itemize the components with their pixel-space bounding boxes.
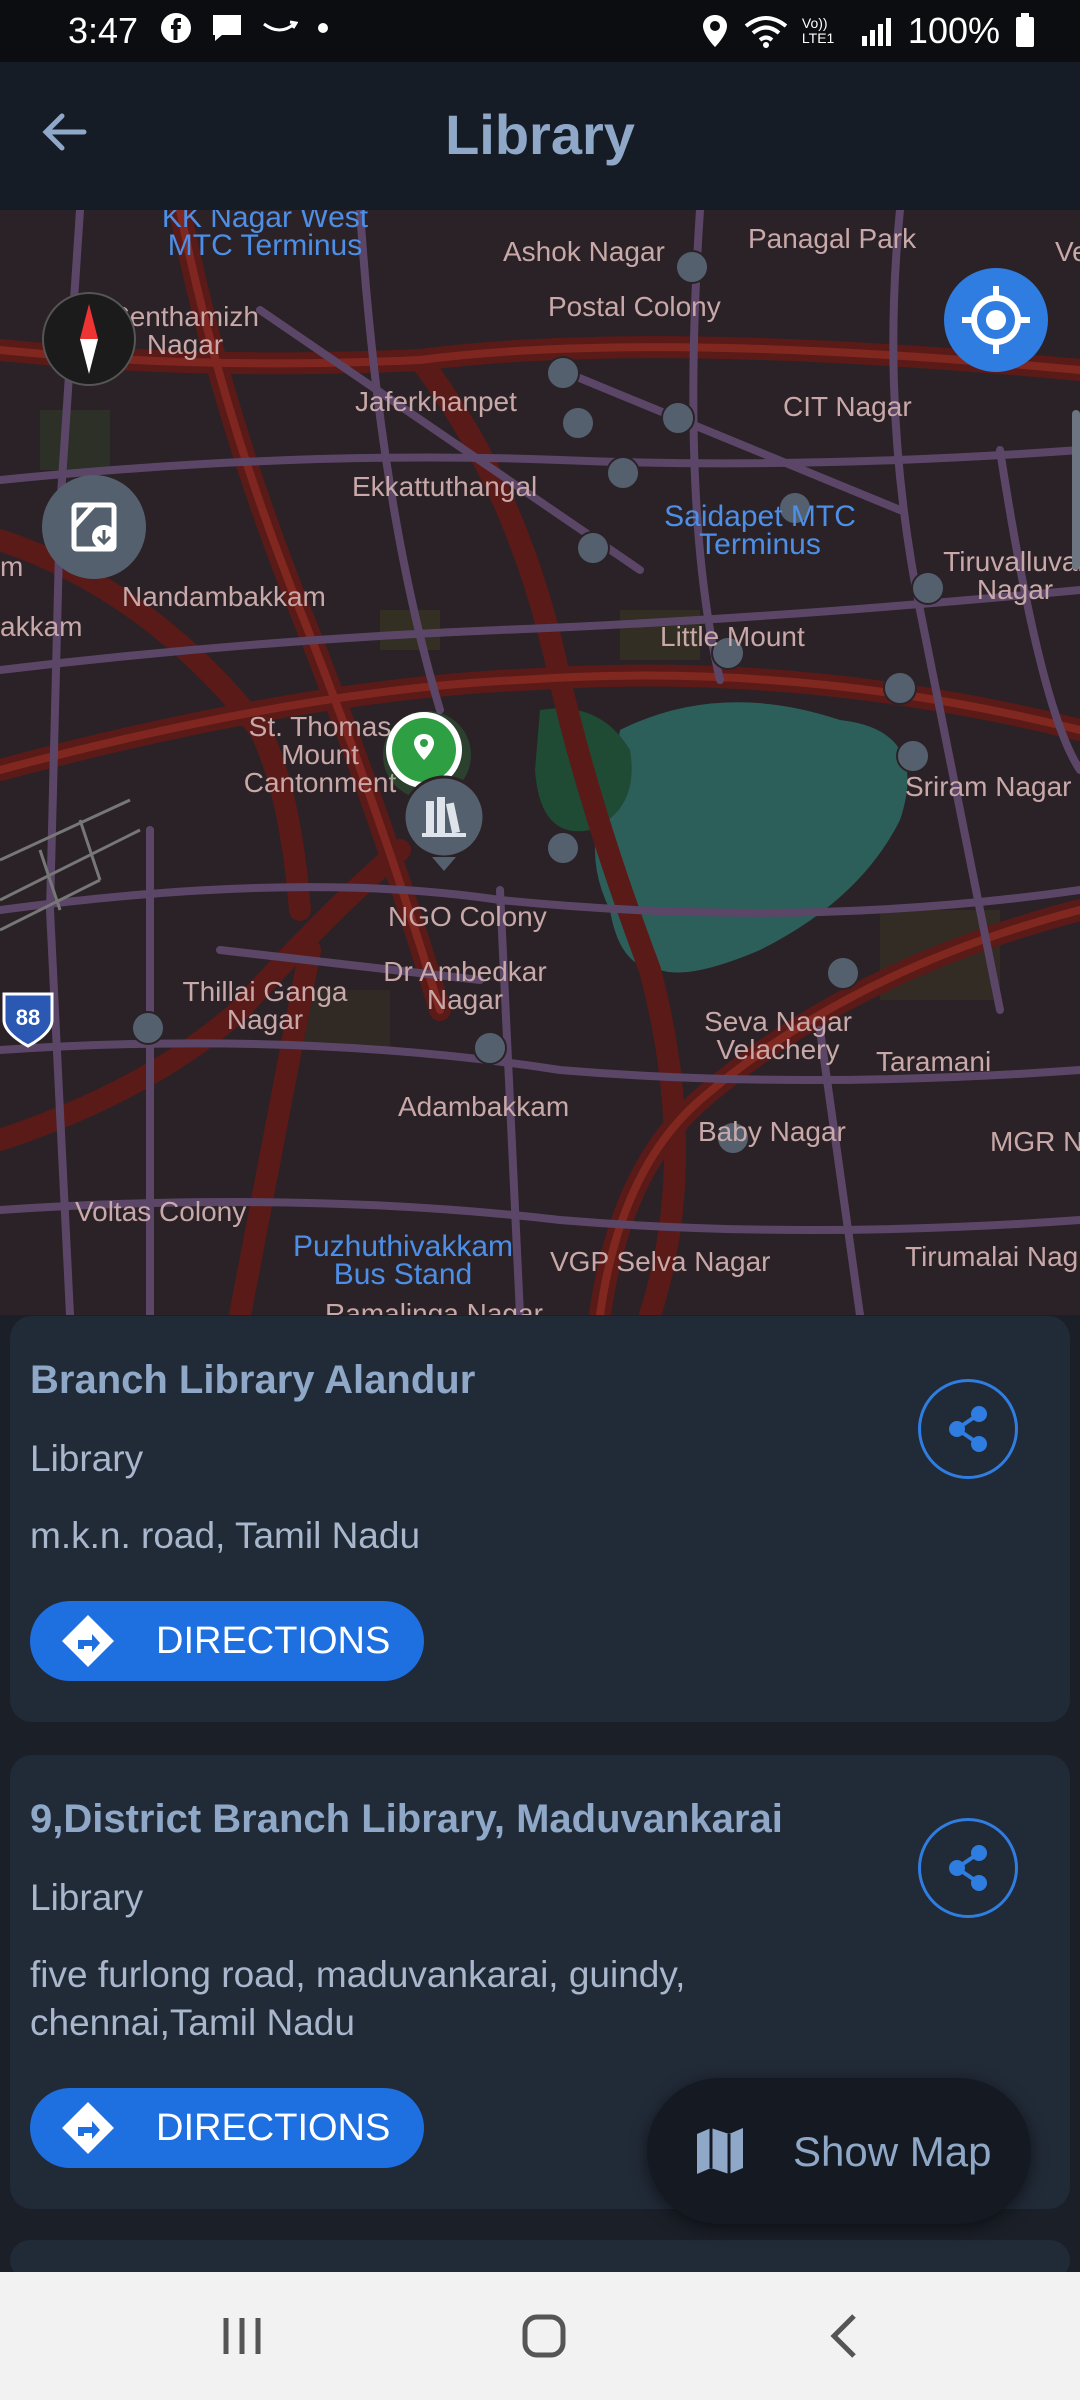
map-scrollbar [1072, 410, 1080, 570]
layers-download-icon [71, 502, 117, 552]
map-label: Puzhuthivakkam Bus Stand [292, 1230, 514, 1291]
library-marker-icon[interactable] [402, 775, 486, 871]
map-label: MGR N [990, 1126, 1080, 1157]
location-status-icon [702, 15, 727, 47]
status-time: 3:47 [68, 10, 139, 51]
map-label: Postal Colony [548, 291, 721, 322]
wifi-icon [744, 16, 788, 48]
map-label: Sriram Nagar [905, 771, 1072, 802]
recents-icon[interactable] [212, 2306, 272, 2366]
map-label: Little Mount [660, 621, 805, 652]
map-label: CIT Nagar [783, 391, 912, 422]
map-label: Seva Nagar Velachery [704, 1006, 852, 1065]
map-canvas [0, 210, 1080, 1315]
map-layers-button[interactable] [42, 475, 146, 579]
show-map-button[interactable]: Show Map [647, 2078, 1031, 2224]
map-label: Thillai Ganga Nagar [182, 976, 348, 1035]
crosshair-icon [962, 286, 1030, 354]
directions-label: DIRECTIONS [156, 2107, 391, 2149]
result-category: Library [30, 1877, 144, 1918]
map-label: Tirumalai Nag [905, 1241, 1079, 1272]
message-icon [213, 15, 241, 41]
map-label: Ve [1055, 236, 1080, 267]
map-label: Ashok Nagar [503, 236, 665, 267]
home-icon[interactable] [514, 2306, 574, 2366]
map-view[interactable]: KK Nagar West MTC Terminus Ashok Nagar P… [0, 210, 1080, 1315]
back-nav-icon[interactable] [816, 2306, 876, 2366]
map-label: Adambakkam [398, 1091, 570, 1122]
show-map-label: Show Map [793, 2128, 992, 2175]
map-label: KK Nagar West MTC Terminus [161, 210, 369, 262]
directions-label: DIRECTIONS [156, 1620, 391, 1662]
highway-shield: 88 [2, 992, 54, 1048]
dot-icon [318, 23, 328, 33]
status-bar: 3:47 Vo)) LTE1 100% [0, 0, 1080, 62]
map-label: Dr Ambedkar Nagar [383, 956, 547, 1015]
map-label: akkam [0, 611, 83, 642]
my-location-button[interactable] [944, 268, 1048, 372]
map-label: Panagal Park [748, 223, 917, 254]
share-icon [949, 1406, 987, 1452]
map-label: Taramani [876, 1046, 992, 1077]
map-label: Baby Nagar [698, 1116, 846, 1147]
app-bar: Library [0, 62, 1080, 210]
map-label: Saidapet MTC Terminus [664, 500, 856, 561]
share-button[interactable] [918, 1379, 1018, 1479]
volte-indicator: Vo)) LTE1 [801, 15, 835, 46]
amazon-icon [263, 20, 298, 32]
result-address: five furlong road, maduvankarai, guindy,… [30, 1954, 686, 2043]
share-icon [949, 1845, 987, 1891]
directions-icon [62, 2102, 114, 2154]
directions-button[interactable]: DIRECTIONS [30, 1601, 424, 1681]
share-button[interactable] [918, 1818, 1018, 1918]
result-name: Branch Library Alandur [30, 1358, 476, 1402]
map-label: Voltas Colony [75, 1196, 247, 1227]
svg-text:88: 88 [16, 1005, 40, 1030]
directions-icon [62, 1615, 114, 1667]
compass-icon[interactable] [42, 292, 136, 386]
map-label: Ramalinga Nagar [325, 1298, 543, 1316]
map-label: Tiruvalluvar Nagar [943, 546, 1080, 605]
page-title: Library [445, 103, 635, 166]
directions-button[interactable]: DIRECTIONS [30, 2088, 424, 2168]
map-label: m [0, 551, 24, 582]
map-label: Jaferkhanpet [355, 386, 517, 417]
result-address: m.k.n. road, Tamil Nadu [30, 1515, 421, 1556]
map-label: Nandambakkam [122, 581, 326, 612]
result-card[interactable]: Branch Library Alandur Library m.k.n. ro… [10, 1316, 1070, 1722]
map-label: NGO Colony [388, 901, 547, 932]
battery-percent: 100% [907, 10, 1000, 51]
system-nav-bar [0, 2272, 1080, 2400]
battery-icon [1016, 13, 1034, 47]
facebook-icon [161, 13, 191, 43]
map-label: Ekkattuthangal [352, 471, 538, 502]
signal-icon [861, 18, 891, 46]
result-category: Library [30, 1438, 144, 1479]
map-icon [697, 2128, 743, 2174]
result-name: 9,District Branch Library, Maduvankarai [30, 1797, 783, 1841]
map-label: VGP Selva Nagar [550, 1246, 771, 1277]
